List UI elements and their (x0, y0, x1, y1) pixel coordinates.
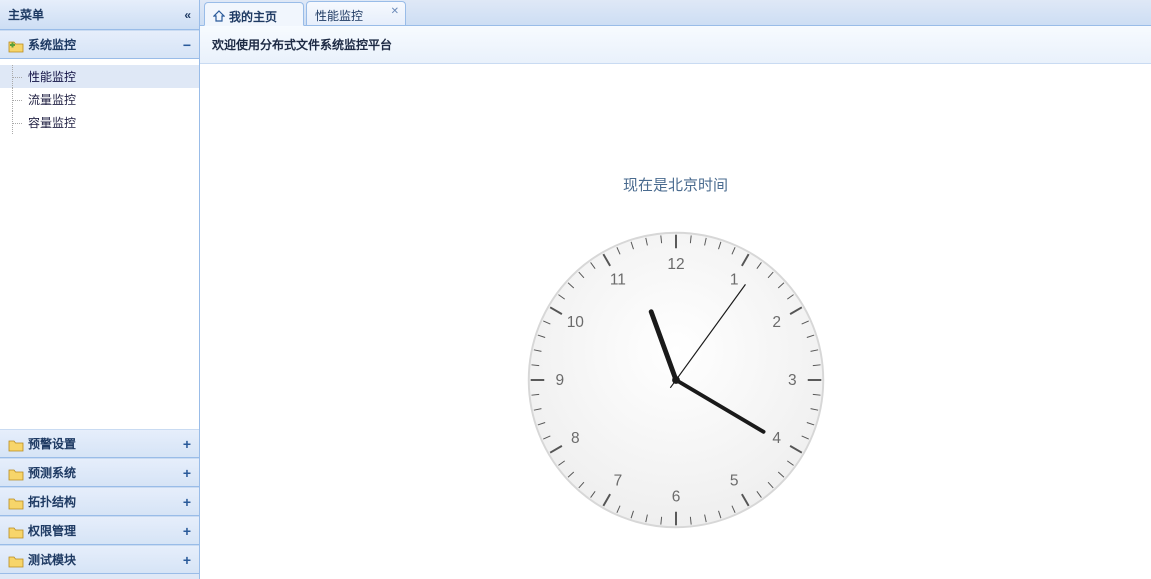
svg-text:3: 3 (787, 372, 796, 389)
tab-performance[interactable]: 性能监控 ✕ (306, 1, 406, 25)
tab-label: 性能监控 (315, 7, 363, 24)
sidebar: 主菜单 « 系统监控 − 性能监控 流量监控 容量监控 预警设置 + 预测系统 (0, 0, 200, 579)
expand-plus-icon: + (183, 523, 191, 539)
folder-icon (8, 438, 22, 450)
expand-plus-icon: + (183, 436, 191, 452)
accordion-label: 系统监控 (28, 36, 76, 53)
tab-strip: 我的主页 性能监控 ✕ (200, 0, 1151, 26)
accordion-head-topology[interactable]: 拓扑结构 + (0, 487, 199, 516)
sidebar-collapse-icon[interactable]: « (184, 8, 191, 22)
accordion-head-alert[interactable]: 预警设置 + (0, 429, 199, 458)
svg-text:10: 10 (566, 314, 584, 331)
close-icon[interactable]: ✕ (391, 6, 399, 17)
folder-icon (8, 467, 22, 479)
svg-text:2: 2 (772, 314, 781, 331)
sidebar-title: 主菜单 (8, 6, 44, 23)
expand-plus-icon: + (183, 465, 191, 481)
tree-item-performance[interactable]: 性能监控 (0, 65, 199, 88)
svg-text:6: 6 (671, 488, 680, 505)
collapse-minus-icon: − (183, 37, 191, 53)
accordion-label: 预测系统 (28, 464, 76, 481)
analog-clock: 123456789101112 (521, 225, 831, 535)
home-icon (213, 10, 225, 22)
main-area: 我的主页 性能监控 ✕ 欢迎使用分布式文件系统监控平台 现在是北京时间 (200, 0, 1151, 579)
accordion-head-system-monitor[interactable]: 系统监控 − (0, 30, 199, 59)
folder-icon (8, 39, 22, 51)
svg-text:12: 12 (667, 256, 684, 273)
svg-text:4: 4 (772, 430, 781, 447)
folder-icon (8, 554, 22, 566)
accordion-label: 权限管理 (28, 522, 76, 539)
accordion-head-permission[interactable]: 权限管理 + (0, 516, 199, 545)
accordion-label: 测试模块 (28, 551, 76, 568)
sidebar-title-bar: 主菜单 « (0, 0, 199, 30)
tab-label: 我的主页 (229, 8, 277, 25)
tree-item-traffic[interactable]: 流量监控 (0, 88, 199, 111)
svg-text:8: 8 (571, 430, 580, 447)
folder-icon (8, 525, 22, 537)
welcome-text: 欢迎使用分布式文件系统监控平台 (212, 38, 392, 52)
welcome-bar: 欢迎使用分布式文件系统监控平台 (200, 26, 1151, 64)
tab-home[interactable]: 我的主页 (204, 2, 304, 26)
clock-title: 现在是北京时间 (623, 174, 728, 195)
expand-plus-icon: + (183, 552, 191, 568)
svg-text:5: 5 (729, 473, 738, 490)
content-area: 现在是北京时间 123456789101112 (200, 64, 1151, 579)
svg-text:7: 7 (613, 473, 622, 490)
accordion-head-test[interactable]: 测试模块 + (0, 545, 199, 574)
svg-text:9: 9 (555, 372, 564, 389)
tree-area: 性能监控 流量监控 容量监控 (0, 59, 199, 429)
svg-text:11: 11 (609, 271, 625, 288)
expand-plus-icon: + (183, 494, 191, 510)
accordion-head-forecast[interactable]: 预测系统 + (0, 458, 199, 487)
accordion-label: 拓扑结构 (28, 493, 76, 510)
tree-item-capacity[interactable]: 容量监控 (0, 111, 199, 134)
folder-icon (8, 496, 22, 508)
svg-text:1: 1 (729, 271, 738, 288)
accordion-label: 预警设置 (28, 435, 76, 452)
